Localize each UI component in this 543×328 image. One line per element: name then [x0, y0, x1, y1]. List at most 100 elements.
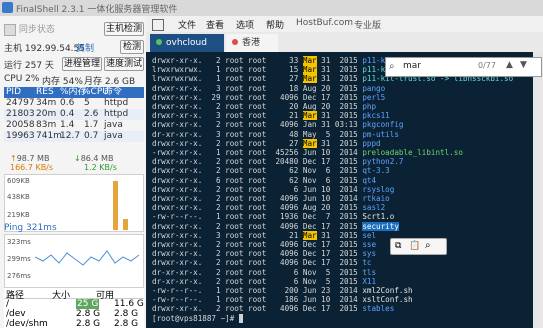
file-date: 31 2015 — [316, 56, 363, 65]
disk-table: 路径 大小 可用 / 25 G 11.6 G /dev 2.8 G 2.8 G … — [4, 288, 144, 328]
file-name[interactable]: qt4 — [362, 176, 376, 185]
cell: httpd — [104, 109, 129, 119]
file-name[interactable]: perl5 — [362, 93, 385, 102]
host-detect-button[interactable]: 主机检测 — [104, 22, 144, 36]
file-attributes: drwxr-xr-x. 2 root root 4096 — [152, 304, 303, 314]
file-name[interactable]: python2.7 — [362, 157, 403, 166]
file-name[interactable]: rtkaio — [362, 194, 389, 203]
file-name[interactable]: preloadable_libintl.so — [362, 148, 463, 157]
terminal-line: drwxr-xr-x. 6 root root 62 Nov 6 2015 qt… — [152, 176, 376, 185]
file-name[interactable]: xml2Conf.sh — [362, 286, 412, 295]
file-date: 23 2014 — [316, 286, 363, 295]
file-name[interactable]: security — [362, 221, 399, 231]
file-attributes: drwxr-xr-x. 2 root root 4096 — [152, 194, 303, 203]
process-manager-button[interactable]: 进程管理 — [62, 57, 102, 71]
file-month: Jun — [302, 295, 317, 305]
file-name[interactable]: pango — [362, 84, 385, 93]
traffic-bar — [123, 219, 128, 230]
search-input[interactable]: mar — [403, 61, 421, 71]
file-date: 20 2015 — [316, 102, 363, 111]
cpu-usage: CPU 2% — [4, 74, 40, 84]
cell: 25 G — [76, 299, 100, 309]
file-date: 17 2015 — [316, 157, 363, 167]
file-date: 31 2015 — [316, 74, 363, 84]
menu-view[interactable]: 查看 — [206, 18, 224, 31]
paste-icon[interactable]: 📋 — [409, 241, 420, 251]
terminal-line: drwxr-xr-x. 2 root root 27 Mar 31 2015 p… — [152, 138, 381, 148]
folder-icon[interactable] — [152, 19, 164, 31]
speed-test-button[interactable]: 速度测试 — [104, 57, 144, 71]
file-name[interactable]: X11 — [362, 277, 376, 286]
file-name[interactable]: sel — [362, 231, 376, 240]
copy-link[interactable]: 复制 — [76, 41, 94, 54]
file-attributes: drwxr-xr-x. 2 root root 20 — [152, 102, 303, 111]
search-icon: ⌕ — [389, 61, 395, 72]
menu-help[interactable]: 帮助 — [266, 18, 284, 31]
file-name[interactable]: sys — [362, 249, 376, 258]
next-icon[interactable]: ▼ — [520, 60, 527, 70]
file-name[interactable]: php — [362, 102, 376, 111]
file-name[interactable]: Scrt1.o — [362, 212, 394, 221]
menu-bar: 文件 查看 选项 帮助 HostBuf.com 专业版 — [146, 16, 543, 32]
net-upload-rate: 166.7 KB/s — [10, 163, 54, 172]
disk-row[interactable]: /dev/shm 2.8 G 2.8 G — [4, 319, 144, 328]
file-name[interactable]: qt-3.3 — [362, 166, 389, 175]
file-name[interactable]: sasl2 — [362, 203, 385, 212]
file-date: 10 2014 — [316, 295, 363, 305]
file-name[interactable]: pm-utils — [362, 130, 399, 139]
terminal-line: drwxr-xr-x. 2 root root 4096 Aug 20 2015… — [152, 203, 385, 212]
file-attributes: drwxr-xr-x. 2 root root 4096 — [152, 203, 303, 213]
cell: 19963 — [6, 131, 35, 141]
terminal-line: drwxr-xr-x. 2 root root 4096 Dec 17 2015… — [152, 240, 376, 249]
menu-options[interactable]: 选项 — [236, 18, 254, 31]
cell: 741m — [36, 131, 62, 141]
cell: 12.7 — [60, 131, 81, 141]
file-attributes: drwxr-xr-x. 2 root root 27 — [152, 138, 303, 148]
tick-label: 609KB — [7, 177, 30, 185]
uptime: 运行 257 天 — [4, 61, 54, 71]
file-name[interactable]: tls — [362, 268, 376, 277]
file-month: Mar — [302, 56, 317, 65]
file-month: Jun — [302, 286, 317, 295]
file-month: Dec — [302, 249, 317, 259]
terminal[interactable]: drwxr-xr-x. 2 root root 33 Mar 31 2015 p… — [146, 52, 533, 328]
disk-row[interactable]: /dev 2.8 G 2.8 G — [4, 309, 144, 319]
cell: / — [6, 299, 10, 309]
pro-edition-link[interactable]: 专业版 — [354, 18, 381, 31]
file-name[interactable]: rsyslog — [362, 185, 394, 194]
detect-button[interactable]: 检测 — [120, 40, 144, 54]
cell: /dev/shm — [6, 319, 48, 328]
tab-ovhcloud[interactable]: ovhcloud — [150, 34, 224, 52]
previous-icon[interactable]: ▲ — [506, 60, 513, 70]
process-row[interactable]: 20058 83m 1.4 1.7 java — [4, 120, 144, 131]
terminal-prompt[interactable]: [root@vps81887 ~]# — [152, 313, 244, 323]
hostbuf-link[interactable]: HostBuf.com — [296, 18, 353, 28]
terminal-line: -rwxr-xr-x. 1 root root 45256 Jun 10 201… — [152, 148, 463, 157]
file-name[interactable]: stables — [362, 304, 394, 313]
file-name[interactable]: pkgconfig — [362, 120, 403, 129]
process-table-header: PID RES %内存 %CPU 命令 — [4, 87, 144, 98]
file-name[interactable]: pkcs11 — [362, 111, 389, 120]
process-row[interactable]: 24797 34m 0.6 5 httpd — [4, 98, 144, 109]
file-date: 17 2015 — [316, 258, 363, 268]
copy-icon[interactable]: ⧉ — [395, 241, 401, 251]
file-date: 5 2015 — [316, 276, 363, 286]
file-name[interactable]: pppd — [362, 139, 380, 148]
terminal-scrollbar[interactable] — [533, 52, 543, 328]
file-name[interactable]: tc — [362, 258, 371, 267]
tab-hongkong[interactable]: 香港 — [226, 34, 278, 52]
disk-row[interactable]: / 25 G 11.6 G — [4, 299, 144, 309]
search-icon[interactable]: ⌕ — [425, 240, 431, 251]
cell: 5 — [84, 98, 90, 108]
file-month: Mar — [302, 111, 317, 121]
process-row[interactable]: 21803 20m 0.4 2.6 httpd — [4, 109, 144, 120]
file-date: 10 2014 — [316, 194, 363, 203]
file-name[interactable]: xsltConf.sh — [362, 295, 412, 304]
process-row[interactable]: 19963 741m 12.7 0.7 java — [4, 131, 144, 142]
file-attributes: lrwxrwxrwx. 1 root root 15 — [152, 65, 303, 75]
cursor — [238, 313, 244, 323]
file-month: Jun — [302, 194, 317, 203]
file-date: 31 2015 — [316, 138, 363, 148]
menu-file[interactable]: 文件 — [178, 18, 196, 31]
file-name[interactable]: sse — [362, 240, 376, 249]
